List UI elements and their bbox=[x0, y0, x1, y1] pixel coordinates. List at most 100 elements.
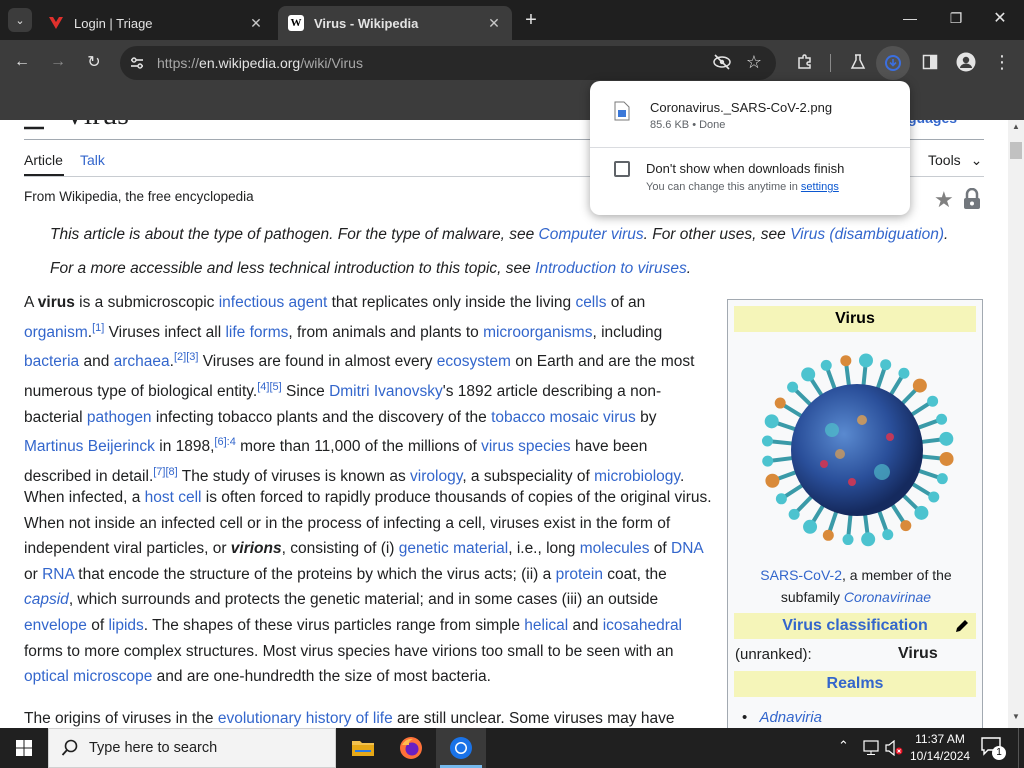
download-filename[interactable]: Coronavirus._SARS-CoV-2.png bbox=[650, 100, 832, 115]
link-introduction-to-viruses[interactable]: Introduction to viruses bbox=[535, 260, 687, 277]
sars-cov-2-image[interactable] bbox=[752, 342, 962, 554]
article-link[interactable]: lipids bbox=[108, 617, 143, 634]
body-text: When infected, a bbox=[24, 489, 145, 506]
show-desktop-button[interactable] bbox=[1018, 728, 1024, 768]
new-tab-button[interactable]: + bbox=[520, 9, 542, 31]
spike-head bbox=[761, 435, 773, 447]
article-link[interactable]: genetic material bbox=[399, 540, 508, 557]
page-scrollbar[interactable]: ▲ ▼ bbox=[1008, 120, 1024, 728]
downloads-button[interactable] bbox=[876, 46, 910, 80]
settings-link[interactable]: settings bbox=[801, 181, 839, 193]
article-link[interactable]: ecosystem bbox=[437, 354, 511, 371]
article-link[interactable]: optical microscope bbox=[24, 668, 152, 685]
article-link[interactable]: capsid bbox=[24, 591, 69, 608]
article-link[interactable]: Dmitri Ivanovsky bbox=[329, 383, 443, 400]
citation-link[interactable]: [2][3] bbox=[174, 351, 198, 363]
article-link[interactable]: protein bbox=[556, 566, 603, 583]
volume-muted-icon[interactable] bbox=[884, 739, 904, 757]
link-virus-disambiguation[interactable]: Virus (disambiguation) bbox=[790, 226, 944, 243]
article-link[interactable]: archaea bbox=[114, 354, 170, 371]
body-text: and bbox=[568, 616, 603, 634]
spike-head bbox=[822, 529, 834, 541]
tab-login-triage[interactable]: Login | Triage ✕ bbox=[38, 6, 274, 40]
clock[interactable]: 11:37 AM 10/14/2024 bbox=[910, 731, 970, 765]
restore-button[interactable]: ❐ bbox=[944, 10, 968, 30]
article-link[interactable]: microorganisms bbox=[483, 324, 592, 341]
clock-time: 11:37 AM bbox=[915, 732, 965, 746]
tools-menu[interactable]: Tools ⌄ bbox=[928, 152, 982, 169]
tab-article[interactable]: Article bbox=[24, 152, 63, 168]
minimize-button[interactable]: — bbox=[898, 10, 922, 30]
side-panel-button[interactable] bbox=[918, 50, 942, 74]
back-button[interactable]: ← bbox=[10, 50, 34, 74]
extensions-button[interactable] bbox=[793, 50, 817, 74]
tab-search-button[interactable]: ⌄ bbox=[8, 8, 32, 32]
scrollbar-thumb[interactable] bbox=[1010, 142, 1022, 159]
link-virus-classification[interactable]: Virus classification bbox=[782, 617, 928, 634]
window-close-button[interactable]: ✕ bbox=[988, 8, 1012, 30]
article-link[interactable]: tobacco mosaic virus bbox=[491, 409, 636, 426]
article-link[interactable]: bacteria bbox=[24, 354, 79, 371]
article-link[interactable]: host cell bbox=[145, 489, 202, 506]
article-link[interactable]: Martinus Beijerinck bbox=[24, 439, 155, 456]
menu-button[interactable]: ⋮ bbox=[990, 50, 1014, 74]
article-link[interactable]: pathogen bbox=[87, 409, 152, 426]
citation-link[interactable]: [4][5] bbox=[257, 381, 281, 393]
article-link[interactable]: evolutionary history of life bbox=[218, 710, 393, 727]
article-link[interactable]: envelope bbox=[24, 617, 87, 634]
citation-link[interactable]: [1] bbox=[92, 322, 104, 334]
link-adnaviria[interactable]: Adnaviria bbox=[759, 709, 822, 726]
article-link[interactable]: virus species bbox=[481, 439, 571, 456]
dont-show-checkbox[interactable] bbox=[614, 161, 630, 177]
article-link[interactable]: organism bbox=[24, 324, 88, 341]
taskbar-file-explorer[interactable] bbox=[340, 728, 386, 768]
spike-head bbox=[927, 395, 939, 407]
article-link[interactable]: molecules bbox=[580, 540, 650, 557]
article-link[interactable]: RNA bbox=[42, 566, 74, 583]
link-realms[interactable]: Realms bbox=[827, 675, 884, 692]
url-text[interactable]: https://en.wikipedia.org/wiki/Virus bbox=[157, 55, 363, 71]
profile-button[interactable] bbox=[954, 50, 978, 74]
article-link[interactable]: cells bbox=[575, 294, 606, 311]
citation-link[interactable]: [7][8] bbox=[153, 466, 177, 478]
start-button[interactable] bbox=[0, 728, 48, 768]
article-link[interactable]: infectious agent bbox=[219, 294, 328, 311]
hatnote-text: This article is about the type of pathog… bbox=[50, 226, 539, 243]
link-sars-cov-2[interactable]: SARS-CoV-2 bbox=[760, 567, 842, 583]
taskbar-chrome[interactable] bbox=[436, 728, 486, 768]
tab-virus-wikipedia[interactable]: W Virus - Wikipedia ✕ bbox=[278, 6, 512, 40]
article-link[interactable]: life forms bbox=[225, 324, 288, 341]
tray-overflow-icon[interactable]: ⌃ bbox=[838, 738, 849, 754]
labs-button[interactable] bbox=[846, 50, 870, 74]
scroll-down-arrow-icon[interactable]: ▼ bbox=[1012, 712, 1020, 721]
dont-show-label[interactable]: Don't show when downloads finish bbox=[646, 161, 844, 176]
citation-link[interactable]: [6]:4 bbox=[214, 436, 235, 448]
link-coronavirinae[interactable]: Coronavirinae bbox=[844, 589, 931, 605]
article-link[interactable]: icosahedral bbox=[603, 617, 682, 634]
network-icon[interactable] bbox=[862, 740, 880, 756]
tab-talk[interactable]: Talk bbox=[80, 152, 105, 168]
article-link[interactable]: DNA bbox=[671, 540, 703, 557]
site-info-icon[interactable] bbox=[128, 54, 146, 72]
spike-head bbox=[939, 431, 954, 446]
bookmark-star-button[interactable]: ☆ bbox=[742, 50, 766, 74]
reload-button[interactable]: ↻ bbox=[82, 50, 106, 74]
article-link[interactable]: microbiology bbox=[594, 468, 680, 485]
wikipedia-logo-icon: W bbox=[288, 15, 304, 31]
edit-pencil-icon[interactable] bbox=[954, 618, 970, 634]
taskbar-firefox[interactable] bbox=[388, 728, 434, 768]
side-panel-icon bbox=[922, 54, 938, 70]
forward-button[interactable]: → bbox=[46, 50, 70, 74]
hatnote-text: . bbox=[686, 260, 692, 277]
article-link[interactable]: virology bbox=[410, 468, 462, 485]
link-computer-virus[interactable]: Computer virus bbox=[539, 226, 644, 243]
toc-toggle-icon[interactable] bbox=[24, 120, 44, 130]
eye-slash-icon[interactable] bbox=[710, 50, 734, 74]
article-link[interactable]: helical bbox=[524, 617, 568, 634]
close-icon[interactable]: ✕ bbox=[248, 15, 264, 32]
scroll-up-arrow-icon[interactable]: ▲ bbox=[1012, 122, 1020, 131]
close-icon[interactable]: ✕ bbox=[486, 15, 502, 32]
notification-center-button[interactable]: 1 bbox=[980, 736, 1008, 760]
languages-button-partial[interactable]: guages bbox=[908, 120, 957, 126]
taskbar-search-box[interactable]: Type here to search bbox=[48, 728, 336, 768]
